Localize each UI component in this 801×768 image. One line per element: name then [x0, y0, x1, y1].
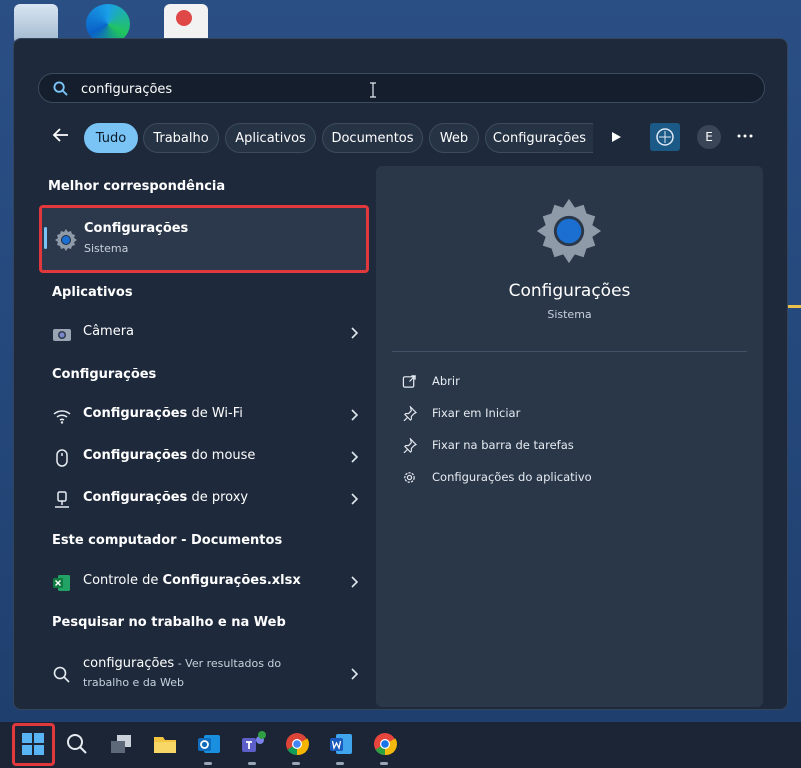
web-rest-line1: - Ver resultados do — [174, 657, 282, 670]
chevron-right-icon — [351, 451, 358, 463]
running-indicator — [248, 762, 256, 765]
tab-aplicativos[interactable]: Aplicativos — [225, 123, 316, 153]
divider — [392, 351, 747, 352]
list-item-wifi[interactable]: Configurações de Wi-Fi — [40, 396, 368, 434]
web-rest-line2: trabalho e da Web — [83, 676, 185, 689]
apps-heading: Aplicativos — [52, 285, 133, 300]
pin-icon — [403, 438, 417, 453]
windows-logo-icon — [22, 733, 32, 743]
mouse-icon — [56, 449, 68, 467]
teams-icon[interactable] — [239, 730, 267, 758]
settings-heading: Configurações — [52, 367, 157, 382]
gear-icon — [404, 472, 415, 483]
list-item-excel-file[interactable]: Controle de Configurações.xlsx — [40, 563, 368, 601]
back-arrow-icon[interactable] — [50, 124, 72, 146]
pin-icon — [403, 406, 417, 421]
list-item-camera[interactable]: Câmera — [40, 314, 368, 352]
proxy-label-bold: Configurações — [83, 490, 188, 505]
best-match-heading: Melhor correspondência — [48, 179, 226, 194]
web-query: configurações — [83, 656, 175, 671]
list-item-mouse[interactable]: Configurações do mouse — [40, 438, 368, 476]
action-pin-taskbar[interactable]: Fixar na barra de tarefas — [402, 436, 702, 456]
tab-documentos[interactable]: Documentos — [322, 123, 423, 153]
tab-web[interactable]: Web — [429, 123, 479, 153]
search-input[interactable] — [81, 78, 681, 100]
excel-icon — [53, 575, 70, 591]
best-match-title: Configurações — [84, 221, 189, 236]
action-pin-start[interactable]: Fixar em Iniciar — [402, 404, 702, 424]
chevron-right-icon — [351, 327, 358, 339]
search-icon — [53, 81, 68, 96]
action-pin-start-label: Fixar em Iniciar — [432, 406, 521, 420]
action-pin-taskbar-label: Fixar na barra de tarefas — [432, 438, 574, 452]
wifi-label-rest: de Wi-Fi — [187, 406, 243, 421]
chevron-right-icon — [351, 668, 358, 680]
wallpaper-line — [787, 305, 801, 308]
running-indicator — [204, 762, 212, 765]
action-app-settings[interactable]: Configurações do aplicativo — [402, 468, 702, 488]
preview-pane: Configurações Sistema Abrir Fixar em Ini… — [376, 166, 763, 707]
windows-logo-icon — [34, 733, 44, 743]
chevron-right-icon — [351, 409, 358, 421]
camera-label: Câmera — [83, 324, 135, 339]
task-view-icon[interactable] — [107, 730, 135, 758]
word-icon[interactable] — [327, 730, 355, 758]
proxy-label-rest: de proxy — [187, 490, 249, 505]
file-label-pre: Controle de — [83, 573, 163, 588]
settings-gear-icon — [536, 198, 602, 264]
chevron-right-icon — [351, 576, 358, 588]
tab-configuracoes[interactable]: Configurações — [485, 123, 593, 153]
mouse-label-rest: do mouse — [187, 448, 256, 463]
action-app-settings-label: Configurações do aplicativo — [432, 470, 592, 484]
settings-gear-icon — [55, 229, 77, 251]
running-indicator — [336, 762, 344, 765]
running-indicator — [380, 762, 388, 765]
file-explorer-icon[interactable] — [151, 730, 179, 758]
wifi-icon — [53, 410, 71, 424]
list-item-web-search[interactable]: configurações - Ver resultados do trabal… — [40, 649, 368, 699]
chevron-right-icon — [351, 493, 358, 505]
running-indicator — [292, 762, 300, 765]
best-match-subtitle: Sistema — [84, 242, 129, 255]
organization-avatar[interactable] — [650, 123, 680, 151]
preview-title: Configurações — [508, 281, 631, 301]
file-label-bold: Configurações.xlsx — [162, 573, 301, 588]
taskbar — [0, 722, 801, 768]
documents-heading: Este computador - Documentos — [52, 533, 283, 548]
selection-accent — [44, 227, 47, 249]
open-external-icon — [402, 375, 416, 388]
web-heading: Pesquisar no trabalho e na Web — [52, 615, 286, 630]
more-options-icon[interactable] — [736, 131, 754, 141]
proxy-icon — [55, 491, 69, 508]
search-box[interactable] — [38, 73, 765, 103]
start-button[interactable] — [12, 723, 55, 766]
action-open-label: Abrir — [432, 374, 460, 388]
list-item-proxy[interactable]: Configurações de proxy — [40, 480, 368, 518]
preview-subtitle: Sistema — [547, 308, 592, 321]
tab-tudo[interactable]: Tudo — [84, 123, 138, 153]
text-cursor-icon — [370, 82, 376, 98]
camera-icon — [53, 329, 71, 341]
action-open[interactable]: Abrir — [402, 372, 702, 392]
start-menu-panel: Tudo Trabalho Aplicativos Documentos Web… — [13, 38, 788, 710]
play-icon[interactable] — [610, 131, 622, 143]
mouse-label-bold: Configurações — [83, 448, 188, 463]
search-icon — [53, 666, 70, 683]
taskbar-search-icon[interactable] — [63, 730, 91, 758]
wifi-label-bold: Configurações — [83, 406, 188, 421]
chrome-alt-icon[interactable] — [371, 730, 399, 758]
organization-logo-icon — [656, 128, 674, 146]
windows-logo-icon — [34, 745, 44, 755]
tab-trabalho[interactable]: Trabalho — [143, 123, 219, 153]
outlook-icon[interactable] — [195, 730, 223, 758]
profile-avatar[interactable]: E — [697, 125, 721, 149]
best-match-item[interactable]: Configurações Sistema — [39, 205, 369, 273]
windows-logo-icon — [22, 745, 32, 755]
chrome-icon[interactable] — [283, 730, 311, 758]
